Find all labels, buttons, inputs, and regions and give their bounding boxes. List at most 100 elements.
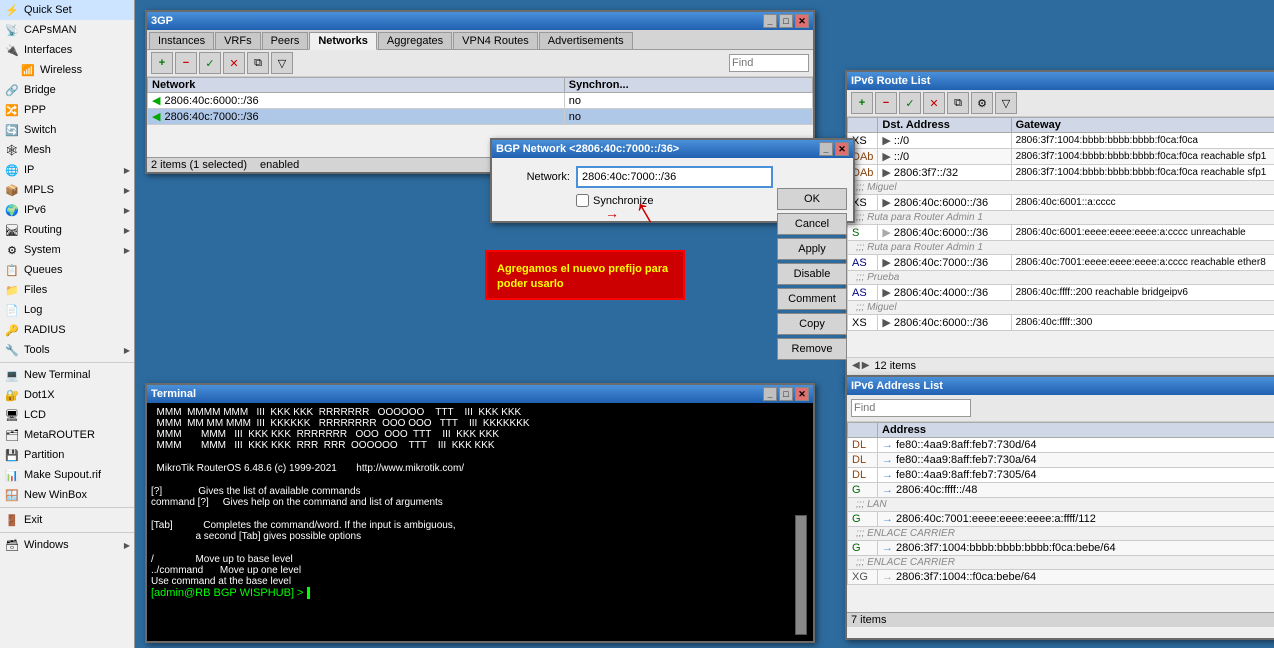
terminal-maximize-button[interactable]: □	[779, 387, 793, 401]
table-row[interactable]: XS ▶::/0 2806:3f7:1004:bbbb:bbbb:bbbb:f0…	[848, 133, 1274, 149]
mpls-icon: 📦	[4, 182, 20, 198]
addr-find-input[interactable]	[851, 399, 971, 417]
network-label: Network:	[500, 171, 570, 183]
table-row[interactable]: G →2806:40c:7001:eeee:eeee:eeee:a:ffff/1…	[848, 512, 1274, 527]
sidebar-item-bridge[interactable]: 🔗 Bridge	[0, 80, 134, 100]
sidebar-item-new-winbox[interactable]: 🪟 New WinBox	[0, 485, 134, 505]
table-row[interactable]: XS ▶2806:40c:6000::/36 2806:40c:ffff::30…	[848, 315, 1274, 331]
sidebar-item-system[interactable]: ⚙ System	[0, 240, 134, 260]
addr-status: 7 items	[851, 614, 886, 626]
bgp-remove-button[interactable]: −	[175, 52, 197, 74]
network-input[interactable]	[576, 166, 773, 188]
scroll-right[interactable]: ▶	[861, 359, 871, 372]
sidebar-item-ppp[interactable]: 🔀 PPP	[0, 100, 134, 120]
sidebar-item-interfaces[interactable]: 🔌 Interfaces	[0, 40, 134, 60]
main-area: 3GP _ □ ✕ Instances VRFs Peers Networks …	[135, 0, 1274, 648]
ipv6-filter-button[interactable]: ▽	[995, 92, 1017, 114]
synchronize-checkbox[interactable]	[576, 194, 589, 207]
tab-aggregates[interactable]: Aggregates	[378, 32, 452, 49]
terminal-scrollbar[interactable]	[795, 515, 807, 635]
tab-instances[interactable]: Instances	[149, 32, 214, 49]
sidebar-item-wireless[interactable]: 📶 Wireless	[0, 60, 134, 80]
tab-networks[interactable]: Networks	[309, 32, 377, 50]
sidebar-item-routing[interactable]: 🛤 Routing	[0, 220, 134, 240]
disable-button[interactable]: Disable	[777, 263, 847, 285]
terminal-minimize-button[interactable]: _	[763, 387, 777, 401]
addr-table-scroll: Address DL →fe80::4aa9:8aff:feb7:730d/64…	[847, 422, 1274, 612]
sidebar-item-windows[interactable]: 🗃 Windows	[0, 535, 134, 555]
bgp-close-button[interactable]: ✕	[795, 14, 809, 28]
table-row[interactable]: S ▶2806:40c:6000::/36 2806:40c:6001:eeee…	[848, 225, 1274, 241]
sidebar: ⚡ Quick Set 📡 CAPsMAN 🔌 Interfaces 📶 Wir…	[0, 0, 135, 648]
bgp-copy-button[interactable]: ⧉	[247, 52, 269, 74]
terminal-scroll-thumb[interactable]	[795, 515, 807, 635]
table-row[interactable]: XG →2806:3f7:1004::f0ca:bebe/64	[848, 570, 1274, 585]
sidebar-item-capsman[interactable]: 📡 CAPsMAN	[0, 20, 134, 40]
sidebar-item-make-supout[interactable]: 📊 Make Supout.rif	[0, 465, 134, 485]
table-row[interactable]: ◀2806:40c:6000::/36 no	[148, 93, 813, 109]
sidebar-item-mesh[interactable]: 🕸 Mesh	[0, 140, 134, 160]
ppp-icon: 🔀	[4, 102, 20, 118]
bgp-filter-button[interactable]: ▽	[271, 52, 293, 74]
sidebar-item-dot1x[interactable]: 🔐 Dot1X	[0, 385, 134, 405]
cancel-button[interactable]: Cancel	[777, 213, 847, 235]
table-row[interactable]: DAb ▶::/0 2806:3f7:1004:bbbb:bbbb:bbbb:f…	[848, 149, 1274, 165]
sidebar-item-queues[interactable]: 📋 Queues	[0, 260, 134, 280]
sidebar-item-tools[interactable]: 🔧 Tools	[0, 340, 134, 360]
sidebar-item-metarouter[interactable]: 🗂 MetaROUTER	[0, 425, 134, 445]
table-row[interactable]: G →2806:3f7:1004:bbbb:bbbb:bbbb:f0ca:beb…	[848, 541, 1274, 556]
table-row[interactable]: AS ▶2806:40c:7000::/36 2806:40c:7001:eee…	[848, 255, 1274, 271]
tab-vrfs[interactable]: VRFs	[215, 32, 261, 49]
sidebar-item-lcd[interactable]: 🖥 LCD	[0, 405, 134, 425]
bgp-find-input[interactable]	[729, 54, 809, 72]
terminal-close-button[interactable]: ✕	[795, 387, 809, 401]
apply-button[interactable]: Apply	[777, 238, 847, 260]
ipv6-remove-button[interactable]: −	[875, 92, 897, 114]
sidebar-item-log[interactable]: 📄 Log	[0, 300, 134, 320]
ok-button[interactable]: OK	[777, 188, 847, 210]
table-row[interactable]: AS ▶2806:40c:4000::/36 2806:40c:ffff::20…	[848, 285, 1274, 301]
bgp-add-button[interactable]: +	[151, 52, 173, 74]
sidebar-item-quick-set[interactable]: ⚡ Quick Set	[0, 0, 134, 20]
table-row[interactable]: ◀2806:40c:7000::/36 no	[148, 109, 813, 125]
comment-row: ;;; Ruta para Router Admin 1	[848, 241, 1274, 255]
ipv6-x-button[interactable]: ✕	[923, 92, 945, 114]
sidebar-item-ip[interactable]: 🌐 IP	[0, 160, 134, 180]
dialog-minimize-button[interactable]: _	[819, 142, 833, 156]
supout-icon: 📊	[4, 467, 20, 483]
dialog-close-button[interactable]: ✕	[835, 142, 849, 156]
tab-peers[interactable]: Peers	[262, 32, 309, 49]
sidebar-item-mpls[interactable]: 📦 MPLS	[0, 180, 134, 200]
table-row[interactable]: DL →fe80::4aa9:8aff:feb7:730d/64	[848, 438, 1274, 453]
comment-button[interactable]: Comment	[777, 288, 847, 310]
tab-vpn4routes[interactable]: VPN4 Routes	[453, 32, 538, 49]
table-row[interactable]: DL →fe80::4aa9:8aff:feb7:7305/64	[848, 468, 1274, 483]
copy-button[interactable]: Copy	[777, 313, 847, 335]
ipv6-copy2-button[interactable]: ⧉	[947, 92, 969, 114]
bgp-minimize-button[interactable]: _	[763, 14, 777, 28]
bgp-maximize-button[interactable]: □	[779, 14, 793, 28]
bgp-x-button[interactable]: ✕	[223, 52, 245, 74]
table-row[interactable]: XS ▶2806:40c:6000::/36 2806:40c:6001::a:…	[848, 195, 1274, 211]
sidebar-item-radius[interactable]: 🔑 RADIUS	[0, 320, 134, 340]
bgp-check-button[interactable]: ✓	[199, 52, 221, 74]
tab-advertisements[interactable]: Advertisements	[539, 32, 633, 49]
table-row[interactable]: G →2806:40c:ffff::/48	[848, 483, 1274, 498]
scroll-left[interactable]: ◀	[851, 359, 861, 372]
comment-row: ;;; Prueba	[848, 271, 1274, 285]
comment-row: ;;; LAN	[848, 498, 1274, 512]
table-row[interactable]: DL →fe80::4aa9:8aff:feb7:730a/64	[848, 453, 1274, 468]
table-row[interactable]: DAb ▶2806:3f7::/32 2806:3f7:1004:bbbb:bb…	[848, 165, 1274, 181]
remove-button[interactable]: Remove	[777, 338, 847, 360]
sidebar-item-switch[interactable]: 🔄 Switch	[0, 120, 134, 140]
sidebar-item-new-terminal[interactable]: 💻 New Terminal	[0, 365, 134, 385]
ipv6-check-button[interactable]: ✓	[899, 92, 921, 114]
sidebar-item-ipv6[interactable]: 🌍 IPv6	[0, 200, 134, 220]
sidebar-item-exit[interactable]: 🚪 Exit	[0, 510, 134, 530]
ipv6-settings-button[interactable]: ⚙	[971, 92, 993, 114]
dialog-titlebar: BGP Network <2806:40c:7000::/36> _ ✕	[492, 140, 853, 158]
sidebar-item-partition[interactable]: 💾 Partition	[0, 445, 134, 465]
terminal-body[interactable]: MMM MMMM MMM III KKK KKK RRRRRRR OOOOOO …	[147, 403, 813, 641]
sidebar-item-files[interactable]: 📁 Files	[0, 280, 134, 300]
ipv6-add-button[interactable]: +	[851, 92, 873, 114]
